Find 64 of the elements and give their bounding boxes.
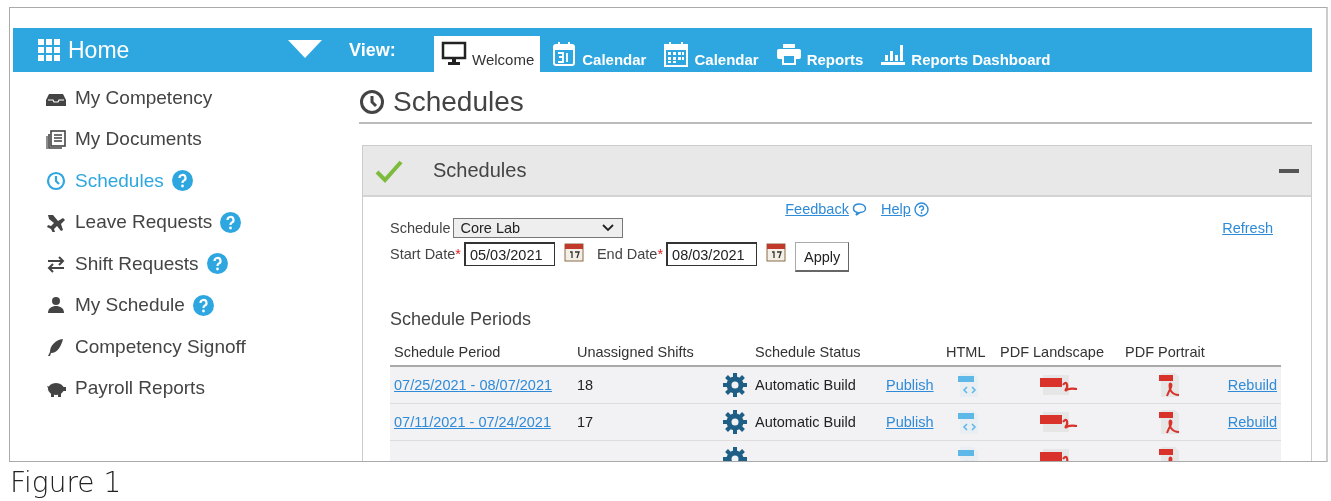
- collapse-icon[interactable]: [1279, 168, 1299, 173]
- documents-icon: [45, 129, 67, 150]
- sidebar-item[interactable]: My Schedule: [75, 294, 185, 317]
- monitor-icon: [440, 40, 468, 68]
- plane-icon: [45, 212, 67, 233]
- dropdown-arrow-icon: [288, 40, 322, 58]
- table-cell-text: 18: [576, 376, 595, 395]
- clock-icon: [359, 89, 385, 115]
- sidebar-item[interactable]: Schedules: [75, 169, 164, 192]
- calendar-icon: [662, 40, 691, 68]
- rebuild-link[interactable]: Rebuild: [1227, 377, 1277, 393]
- rebuild-link[interactable]: Rebuild: [1227, 414, 1277, 430]
- tab[interactable]: Welcome: [434, 36, 541, 72]
- publish-link[interactable]: Publish: [886, 377, 934, 393]
- date-field[interactable]: 05/03/2021: [463, 242, 555, 266]
- pdf-file-icon: [1156, 409, 1181, 435]
- caret-icon: [602, 224, 615, 232]
- sidebar-item[interactable]: My Competency: [75, 86, 213, 109]
- speech-bubble-icon: [851, 201, 867, 217]
- pdf-file-icon: [1038, 373, 1079, 397]
- tab[interactable]: Reports: [768, 36, 870, 72]
- sidebar-item[interactable]: Shift Requests: [75, 252, 199, 275]
- refresh-link[interactable]: Refresh: [1222, 220, 1273, 236]
- field-label: Start Date*: [390, 246, 461, 262]
- period-link[interactable]: 07/25/2021 - 08/07/2021: [394, 377, 553, 393]
- tab[interactable]: Calendar: [656, 36, 765, 72]
- html-file-icon: [957, 409, 981, 435]
- apply-button[interactable]: Apply: [795, 242, 850, 272]
- page-title: Schedules: [393, 86, 524, 118]
- table-cell-text: 17: [576, 413, 595, 432]
- view-label: View:: [349, 39, 397, 61]
- section-title: Schedule Periods: [389, 308, 533, 330]
- pdf-file-icon: [1156, 372, 1181, 398]
- help-icon: [913, 201, 929, 217]
- sidebar-item[interactable]: Leave Requests: [75, 211, 213, 234]
- help-link[interactable]: Help: [880, 201, 911, 217]
- figure-caption: Figure 1: [9, 465, 123, 499]
- tab[interactable]: Reports Dashboard: [873, 36, 1057, 72]
- tab[interactable]: Calendar: [544, 36, 653, 72]
- gear-icon: [721, 409, 748, 435]
- grid-icon: [38, 39, 60, 61]
- field-label: Schedule: [390, 220, 451, 236]
- table-cell-text: Automatic Build: [754, 413, 857, 432]
- sidebar-item[interactable]: Payroll Reports: [75, 377, 205, 400]
- swap-arrows-icon: [45, 253, 67, 274]
- html-file-icon: [957, 372, 981, 398]
- home-title[interactable]: Home: [68, 36, 130, 64]
- publish-link[interactable]: Publish: [886, 414, 934, 430]
- check-icon: [375, 158, 403, 183]
- gear-icon: [721, 372, 748, 398]
- calendar-icon: [563, 242, 584, 262]
- person-icon: [45, 295, 67, 316]
- panel-title: Schedules: [433, 159, 528, 182]
- period-link[interactable]: 07/11/2021 - 07/24/2021: [394, 414, 551, 430]
- pdf-file-icon: [1038, 410, 1079, 434]
- schedule-dropdown[interactable]: Core Lab: [453, 218, 624, 238]
- calendar-icon: [766, 242, 787, 262]
- sidebar-item[interactable]: My Documents: [75, 128, 202, 151]
- date-field[interactable]: 08/03/2021: [666, 242, 758, 266]
- feedback-link[interactable]: Feedback: [785, 201, 849, 217]
- table-cell-text: Automatic Build: [754, 376, 857, 395]
- clock-icon: [45, 170, 67, 191]
- sidebar-item[interactable]: Competency Signoff: [75, 335, 246, 358]
- field-label: End Date*: [596, 246, 664, 262]
